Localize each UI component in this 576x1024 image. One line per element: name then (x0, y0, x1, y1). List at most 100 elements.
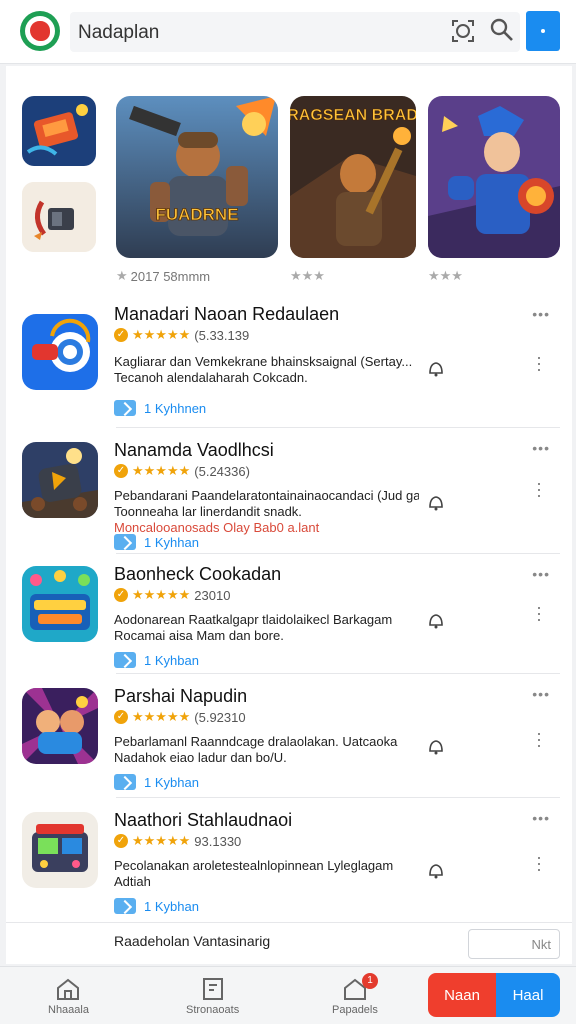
primary-blue-button[interactable]: Haal (496, 973, 560, 1017)
install-tag[interactable]: 1 Kyhhnen (114, 400, 206, 416)
warrior-game-art-icon: FUADRNE (116, 96, 278, 258)
app-rating: ✓ ★★★★★ (5.92310 (114, 709, 246, 725)
app-icon-1[interactable] (22, 314, 98, 390)
arcade-app-icon (22, 812, 98, 888)
footer-text: Raadeholan Vantasinarig (114, 933, 271, 949)
star-rating: ★★★★★ (132, 327, 191, 342)
more-vertical-icon[interactable]: · · · (536, 598, 542, 628)
featured-1-stars: ★ (116, 268, 128, 283)
more-vertical-icon[interactable]: · · · (536, 348, 542, 378)
app-icon-5[interactable] (22, 812, 98, 888)
rating-count: (5.92310 (194, 709, 246, 725)
dragon-game-art-icon: DYRAGSEAN BRADAN (290, 96, 416, 258)
list-item-app-3[interactable]: Baonheck Cookadan ✓ ★★★★★ 23010 Aodonare… (6, 554, 572, 674)
list-item-app-2[interactable]: Nanamda Vaodlhcsi ✓ ★★★★★ (5.24336) Peba… (6, 428, 572, 554)
hero-game-art-icon (428, 96, 560, 258)
featured-meta-3: ★★★ (428, 268, 463, 284)
more-horizontal-icon[interactable]: ••• (532, 440, 550, 456)
rating-count: 23010 (194, 587, 231, 603)
more-vertical-icon[interactable]: · · · (536, 724, 542, 754)
nav-home-label: Nhaaala (48, 1004, 89, 1016)
list-item-app-4[interactable]: Parshai Napudin ✓ ★★★★★ (5.92310 Pebarla… (6, 674, 572, 798)
tag-label: 1 Kybhan (144, 774, 199, 790)
app-icon-2[interactable] (22, 442, 98, 518)
featured-tile-1[interactable]: FUADRNE (116, 96, 278, 258)
desc-line: Aodonarean Raatkalgapr tlaidolaikecl Bar… (114, 612, 393, 627)
cannon-app-icon (22, 442, 98, 518)
logo-mark (30, 21, 50, 41)
app-rating: ✓ ★★★★★ (5.33.139 (114, 327, 249, 343)
app-description: Pebarlamanl Raanndcage dralaolakan. Uatc… (114, 734, 419, 766)
tag-label: 1 Kybhan (144, 898, 199, 914)
app-title[interactable]: Nanamda Vaodlhcsi (114, 440, 274, 461)
more-vertical-icon[interactable]: · · · (536, 848, 542, 878)
more-horizontal-icon[interactable]: ••• (532, 686, 550, 702)
app-rating: ✓ ★★★★★ 93.1330 (114, 833, 241, 849)
featured-tile-1-title: FUADRNE (155, 205, 238, 224)
puzzle-app-icon (22, 566, 98, 642)
scan-icon[interactable] (450, 18, 476, 44)
verified-icon: ✓ (114, 328, 128, 342)
rating-count: 93.1330 (194, 833, 242, 849)
install-tag[interactable]: 1 Kybhan (114, 774, 199, 790)
app-icon-3[interactable] (22, 566, 98, 642)
desc-line: Adtiah (114, 874, 151, 889)
tag-label: 1 Kyhhnen (144, 400, 207, 416)
menu-dot-icon (541, 29, 545, 33)
app-title[interactable]: Manadari Naoan Redaulaen (114, 304, 339, 325)
featured-meta-1: ★ 2017 58mmm (116, 268, 210, 284)
app-rating: ✓ ★★★★★ 23010 (114, 587, 230, 603)
featured-small-tile-2[interactable] (22, 182, 96, 252)
footer-input[interactable]: Nkt (468, 929, 560, 959)
menu-button[interactable] (526, 11, 560, 51)
footer-row: Raadeholan Vantasinarig Nkt (6, 922, 572, 964)
bell-icon[interactable] (426, 736, 446, 756)
app-description: Aodonarean Raatkalgapr tlaidolaikecl Bar… (114, 612, 419, 644)
app-title[interactable]: Parshai Napudin (114, 686, 247, 707)
star-rating: ★★★★★ (132, 833, 191, 848)
bell-icon[interactable] (426, 492, 446, 512)
nav-library-label: Stronaoats (186, 1004, 240, 1016)
featured-tile-2[interactable]: DYRAGSEAN BRADAN (290, 96, 416, 258)
featured-small-tile-1[interactable] (22, 96, 96, 166)
desc-line: Kagliarar dan Vemkekrane bhainsksaignal … (114, 354, 413, 369)
install-tag[interactable]: 1 Kyhban (114, 652, 199, 668)
library-icon (202, 978, 223, 1000)
more-horizontal-icon[interactable]: ••• (532, 810, 550, 826)
nav-home[interactable]: Nhaaala (48, 977, 89, 1016)
rating-count: (5.33.139 (194, 327, 250, 343)
featured-3-stars: ★★★ (428, 268, 463, 283)
app-icon-4[interactable] (22, 688, 98, 764)
search-input[interactable]: Nadaplan (78, 22, 159, 44)
app-logo[interactable] (20, 11, 60, 51)
download-icon (114, 652, 136, 668)
star-rating: ★★★★★ (132, 587, 191, 602)
desc-line: Nadahok eiao ladur dan bo/U. (114, 750, 287, 765)
featured-meta-2: ★★★ (290, 268, 325, 284)
party-app-icon (22, 688, 98, 764)
more-horizontal-icon[interactable]: ••• (532, 306, 550, 322)
more-vertical-icon[interactable]: · · · (536, 474, 542, 504)
tag-label: 1 Kyhban (144, 652, 199, 668)
top-bar: Nadaplan (0, 0, 576, 64)
featured-1-meta-text: 2017 58mmm (130, 268, 211, 284)
list-item-app-5[interactable]: Naathori Stahlaudnaoi ✓ ★★★★★ 93.1330 Pe… (6, 798, 572, 922)
search-icon[interactable] (489, 17, 515, 43)
app-title[interactable]: Naathori Stahlaudnaoi (114, 810, 292, 831)
bell-icon[interactable] (426, 610, 446, 630)
more-horizontal-icon[interactable]: ••• (532, 566, 550, 582)
featured-tile-2-title: DYRAGSEAN BRADAN (290, 107, 416, 124)
nav-notifications-label: Papadels (332, 1004, 378, 1016)
primary-red-button[interactable]: Naan (428, 973, 496, 1017)
install-tag[interactable]: 1 Kyhhan (114, 534, 199, 550)
download-icon (114, 898, 136, 914)
bell-icon[interactable] (426, 860, 446, 880)
featured-tile-3[interactable] (428, 96, 560, 258)
install-tag[interactable]: 1 Kybhan (114, 898, 199, 914)
nav-library[interactable]: Stronaoats (186, 977, 239, 1016)
logo-inner (25, 16, 55, 46)
bell-icon[interactable] (426, 358, 446, 378)
app-title[interactable]: Baonheck Cookadan (114, 564, 281, 585)
list-item-app-1[interactable]: Manadari Naoan Redaulaen ✓ ★★★★★ (5.33.1… (6, 294, 572, 428)
app-description: Pecolanakan aroletestealnlopinnean Lyleg… (114, 858, 419, 890)
